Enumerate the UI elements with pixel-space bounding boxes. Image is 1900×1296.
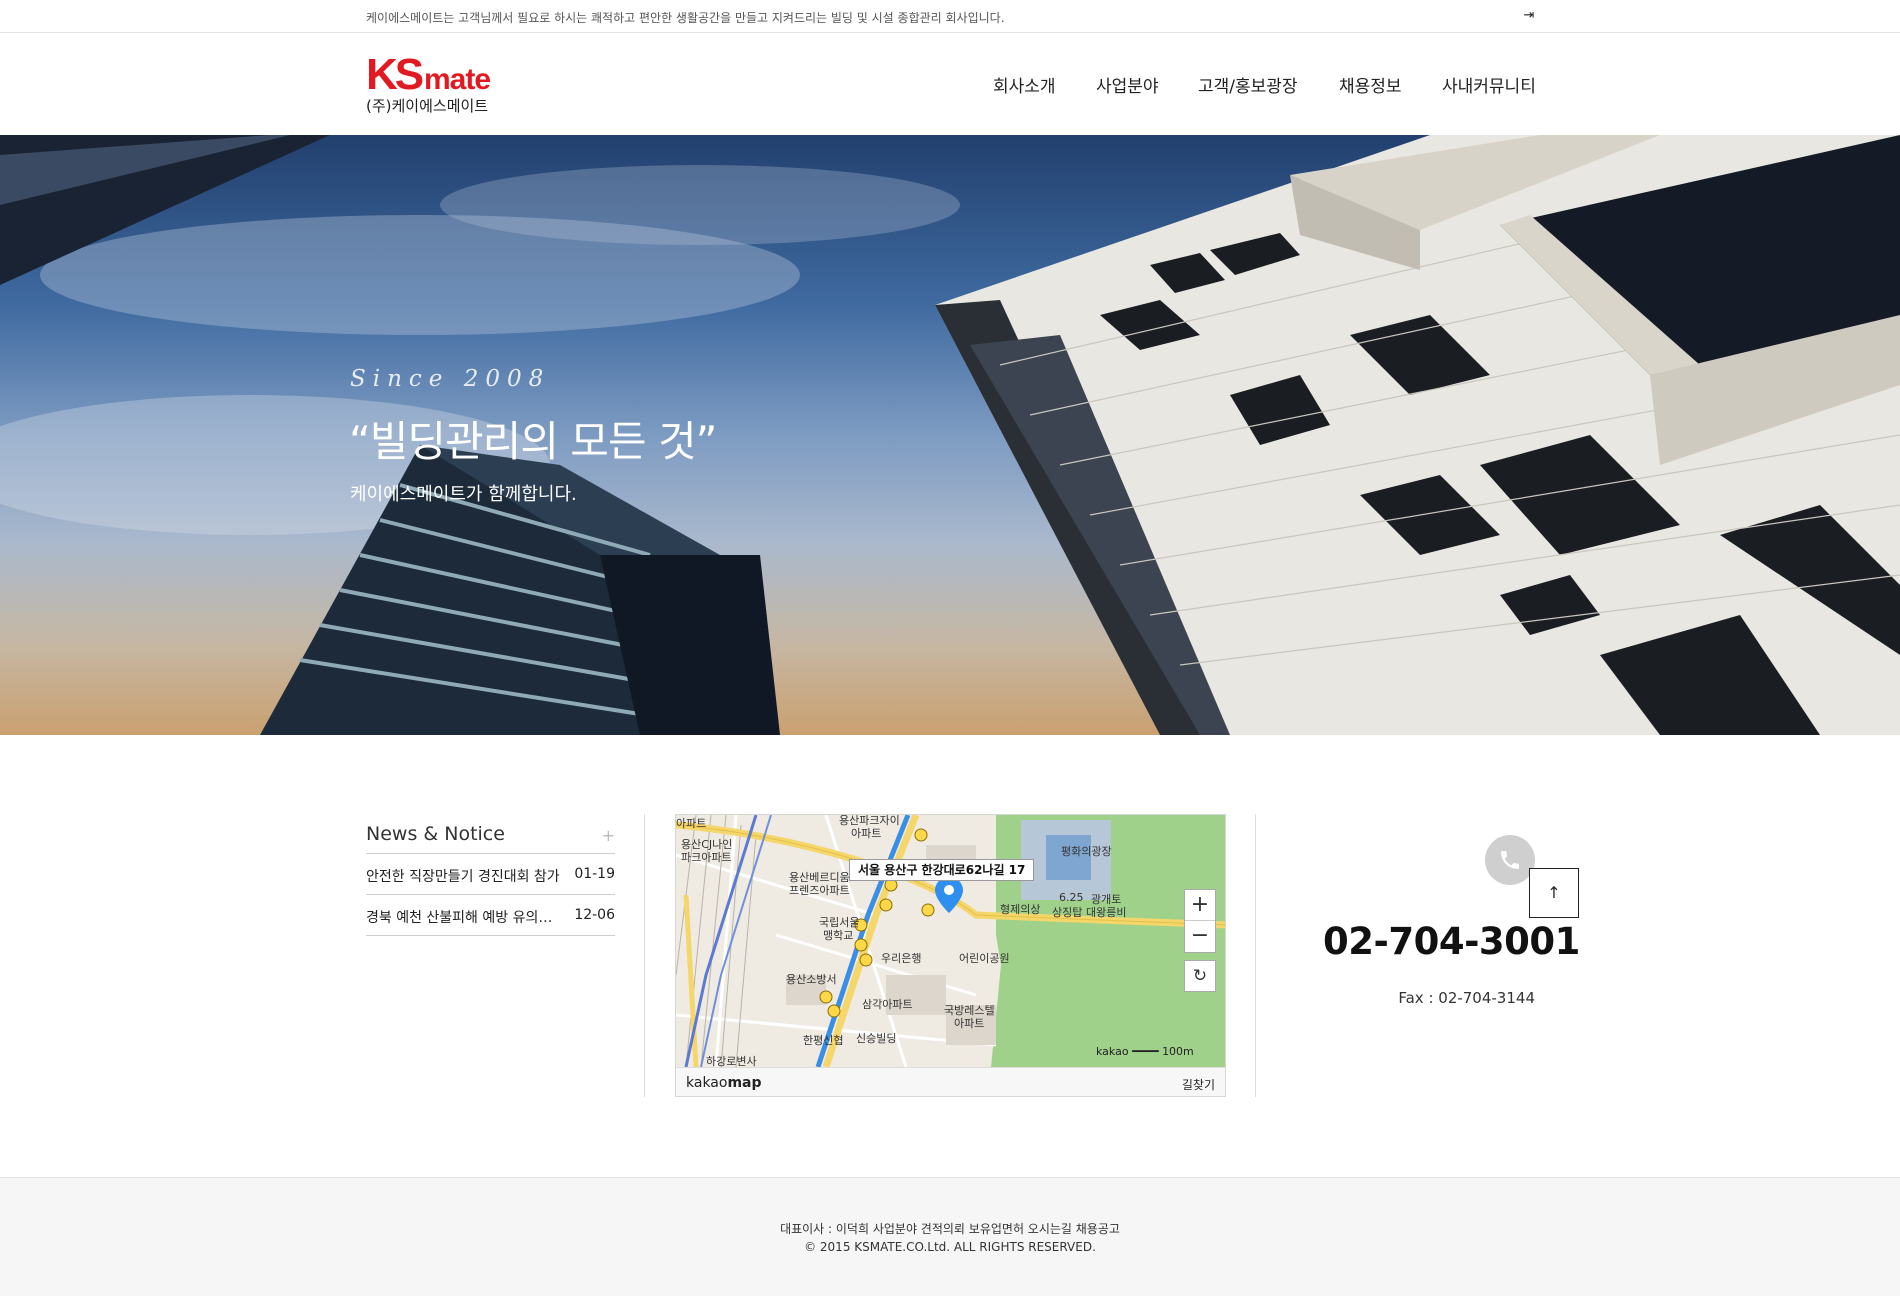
news-item-title[interactable]: 경북 예천 산불피해 예방 유의사항 — [366, 907, 561, 927]
logo-ks: KS — [366, 50, 424, 99]
map-label: 우리은행 — [881, 952, 922, 965]
map-address-label: 서울 용산구 한강대로62나길 17 — [849, 859, 1035, 881]
back-to-top-button[interactable]: ↑ — [1529, 868, 1579, 918]
map-label: 대왕릉비 — [1086, 906, 1127, 919]
zoom-out-button[interactable]: − — [1185, 921, 1215, 952]
map-label: 삼각아파트 — [862, 998, 913, 1011]
nav-item-recruit[interactable]: 채용정보 — [1339, 72, 1402, 97]
divider — [1255, 814, 1256, 1097]
sign-in-icon[interactable]: ⇥ — [1521, 8, 1537, 24]
map-label: 아파트 — [851, 827, 882, 840]
hero-since: Since 2008 — [350, 366, 551, 392]
site-footer: 대표이사 : 이덕희 사업분야 견적의뢰 보유업면허 오시는길 채용공고 © 2… — [0, 1177, 1900, 1296]
map-label: 형제의상 — [1000, 903, 1041, 916]
map-footer: kakaomap 길찾기 — [676, 1067, 1225, 1096]
contact-fax-number: Fax : 02-704-3144 — [1398, 989, 1535, 1007]
top-info-bar: 케이에스메이트는 고객님께서 필요로 하시는 쾌적하고 편안한 생활공간을 만들… — [0, 0, 1900, 33]
site-header: KS mate (주)케이에스메이트 회사소개 사업분야 고객/홍보광장 채용정… — [0, 34, 1900, 134]
more-plus-icon[interactable]: + — [602, 824, 615, 848]
footer-copyright: © 2015 KSMATE.CO.Ltd. ALL RIGHTS RESERVE… — [804, 1240, 1096, 1254]
map-scale: kakao ━━━━ 100m — [1096, 1045, 1194, 1058]
map-label: 신승빌딩 — [856, 1032, 897, 1045]
hero-subline: 케이에스메이트가 함께합니다. — [350, 484, 577, 505]
map-label: 프렌즈아파트 — [789, 884, 850, 897]
phone-icon — [1485, 835, 1535, 885]
map-label: 맹학교 — [823, 929, 854, 942]
nav-item-business[interactable]: 사업분야 — [1096, 72, 1159, 97]
news-item[interactable]: 안전한 직장만들기 경진대회 참가 01-19 — [366, 854, 615, 895]
site-logo[interactable]: KS mate (주)케이에스메이트 — [366, 50, 506, 116]
news-item[interactable]: 경북 예천 산불피해 예방 유의사항 12-06 — [366, 895, 615, 936]
map-label: 아파트 — [676, 817, 707, 830]
news-notice-panel: News & Notice + 안전한 직장만들기 경진대회 참가 01-19 … — [366, 822, 615, 936]
divider — [644, 814, 645, 1097]
map-tiles — [676, 815, 1225, 1067]
footer-links: 대표이사 : 이덕희 사업분야 견적의뢰 보유업면허 오시는길 채용공고 — [780, 1222, 1120, 1236]
map-label: 상징탑 — [1052, 906, 1083, 919]
map-label: 한평신협 — [803, 1034, 844, 1047]
logo-mate: mate — [424, 63, 491, 96]
map-route-link[interactable]: 길찾기 — [1182, 1076, 1215, 1093]
contact-phone-number: 02-704-3001 — [1323, 920, 1580, 963]
logo-subtitle: (주)케이에스메이트 — [366, 97, 489, 115]
map-label: 파크아파트 — [681, 851, 732, 864]
news-item-date: 01-19 — [574, 866, 615, 882]
map-label: 평화의광장 — [1061, 845, 1112, 858]
news-item-date: 12-06 — [574, 907, 615, 923]
nav-item-community[interactable]: 사내커뮤니티 — [1442, 72, 1536, 97]
news-title[interactable]: News & Notice + — [366, 822, 615, 854]
company-tagline: 케이에스메이트는 고객님께서 필요로 하시는 쾌적하고 편안한 생활공간을 만들… — [366, 11, 1005, 25]
zoom-in-button[interactable]: + — [1185, 890, 1215, 921]
arrow-up-icon: ↑ — [1547, 883, 1561, 902]
map-label: 용산소방서 — [786, 973, 837, 986]
map-zoom-control: + − — [1184, 889, 1216, 953]
map-label: 어린이공원 — [959, 952, 1010, 965]
map-label: 6.25 — [1059, 891, 1084, 904]
nav-item-company[interactable]: 회사소개 — [993, 72, 1056, 97]
kakaomap-logo[interactable]: kakaomap — [686, 1075, 762, 1091]
map-label: 아파트 — [954, 1017, 985, 1030]
map-reload-button[interactable]: ↻ — [1184, 960, 1216, 992]
hero-buildings-image — [0, 135, 1900, 735]
hero-banner: Since 2008 “빌딩관리의 모든 것” 케이에스메이트가 함께합니다. — [0, 135, 1900, 735]
news-item-title[interactable]: 안전한 직장만들기 경진대회 참가 — [366, 866, 561, 886]
location-map[interactable]: 아파트 용산파크자이 아파트 평화의광장 용산CJ나인 파크아파트 용산베르디움… — [675, 814, 1226, 1097]
hero-headline: “빌딩관리의 모든 것” — [349, 417, 717, 466]
nav-item-customer[interactable]: 고객/홍보광장 — [1198, 72, 1298, 97]
